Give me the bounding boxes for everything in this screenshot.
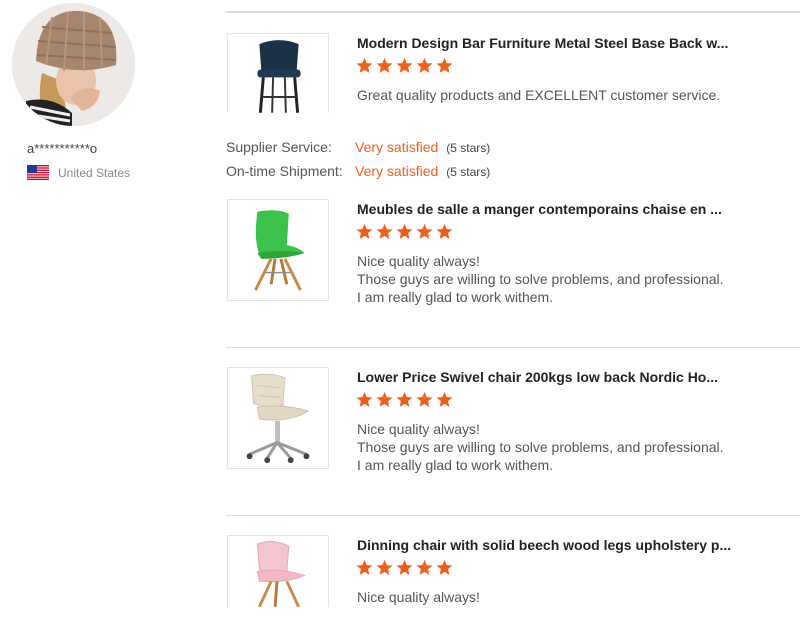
- star-rating: [356, 391, 453, 408]
- star-icon: [376, 559, 393, 575]
- star-icon: [376, 391, 393, 407]
- rating-label: Supplier Service:: [226, 139, 332, 155]
- review-line: Nice quality always!: [357, 253, 480, 269]
- review-text: Great quality products and EXCELLENT cus…: [357, 86, 720, 104]
- section-divider: [226, 11, 800, 13]
- star-icon: [436, 391, 453, 407]
- star-icon: [376, 223, 393, 239]
- country-label: United States: [58, 165, 131, 180]
- review-item: Meubles de salle a manger contemporains …: [226, 199, 800, 306]
- review-item: Lower Price Swivel chair 200kgs low back…: [226, 367, 800, 474]
- rating-value: Very satisfied: [355, 139, 439, 155]
- star-icon: [436, 57, 453, 73]
- star-icon: [356, 559, 373, 575]
- rating-label: On-time Shipment:: [226, 163, 343, 179]
- review-line: Those guys are willing to solve problems…: [357, 271, 724, 287]
- star-icon: [416, 223, 433, 239]
- review-line: Nice quality always!: [357, 421, 480, 437]
- star-icon: [396, 223, 413, 239]
- product-title[interactable]: Lower Price Swivel chair 200kgs low back…: [357, 369, 718, 385]
- star-icon: [356, 57, 373, 73]
- star-icon: [416, 559, 433, 575]
- star-icon: [376, 57, 393, 73]
- star-icon: [356, 391, 373, 407]
- review-item: Dinning chair with solid beech wood legs…: [226, 535, 800, 607]
- star-icon: [396, 559, 413, 575]
- product-title[interactable]: Dinning chair with solid beech wood legs…: [357, 537, 731, 553]
- swivel-chair-image: [228, 368, 328, 468]
- product-title[interactable]: Meubles de salle a manger contemporains …: [357, 201, 722, 217]
- product-thumbnail[interactable]: [227, 367, 329, 469]
- review-text: Nice quality always! Those guys are will…: [357, 420, 724, 474]
- rating-note: (5 stars): [446, 165, 491, 179]
- product-thumbnail[interactable]: [227, 535, 329, 607]
- reviewer-country: United States: [27, 165, 130, 180]
- green-chair-image: [228, 200, 328, 300]
- star-icon: [416, 391, 433, 407]
- ratings-summary: Supplier Service: Very satisfied (5 star…: [226, 139, 490, 187]
- review-line: Nice quality always!: [357, 589, 480, 605]
- rating-value: Very satisfied: [355, 163, 439, 179]
- review-item: Modern Design Bar Furniture Metal Steel …: [226, 33, 800, 113]
- product-thumbnail[interactable]: [227, 33, 329, 113]
- us-flag-icon: [27, 165, 49, 180]
- star-rating: [356, 57, 453, 74]
- review-line: Those guys are willing to solve problems…: [357, 439, 724, 455]
- rating-note: (5 stars): [446, 141, 491, 155]
- review-page: a***********o United States Modern Desig…: [0, 0, 800, 635]
- star-icon: [436, 559, 453, 575]
- reviewer-name: a***********o: [27, 141, 98, 156]
- review-line: Great quality products and EXCELLENT cus…: [357, 87, 721, 103]
- product-thumbnail[interactable]: [227, 199, 329, 301]
- star-rating: [356, 223, 453, 240]
- star-icon: [396, 57, 413, 73]
- star-icon: [356, 223, 373, 239]
- pink-chair-image: [228, 536, 328, 607]
- avatar: [12, 3, 135, 126]
- star-icon: [396, 391, 413, 407]
- star-rating: [356, 559, 453, 576]
- rating-ontime-shipment: On-time Shipment: Very satisfied (5 star…: [226, 163, 490, 187]
- review-text: Nice quality always!: [357, 588, 480, 606]
- review-divider: [226, 515, 800, 516]
- star-icon: [416, 57, 433, 73]
- star-icon: [436, 223, 453, 239]
- bar-stool-image: [228, 34, 328, 113]
- product-title[interactable]: Modern Design Bar Furniture Metal Steel …: [357, 35, 728, 51]
- review-divider: [226, 347, 800, 348]
- review-line: I am really glad to work withem.: [357, 289, 554, 305]
- review-text: Nice quality always! Those guys are will…: [357, 252, 724, 306]
- rating-supplier-service: Supplier Service: Very satisfied (5 star…: [226, 139, 490, 163]
- review-line: I am really glad to work withem.: [357, 457, 554, 473]
